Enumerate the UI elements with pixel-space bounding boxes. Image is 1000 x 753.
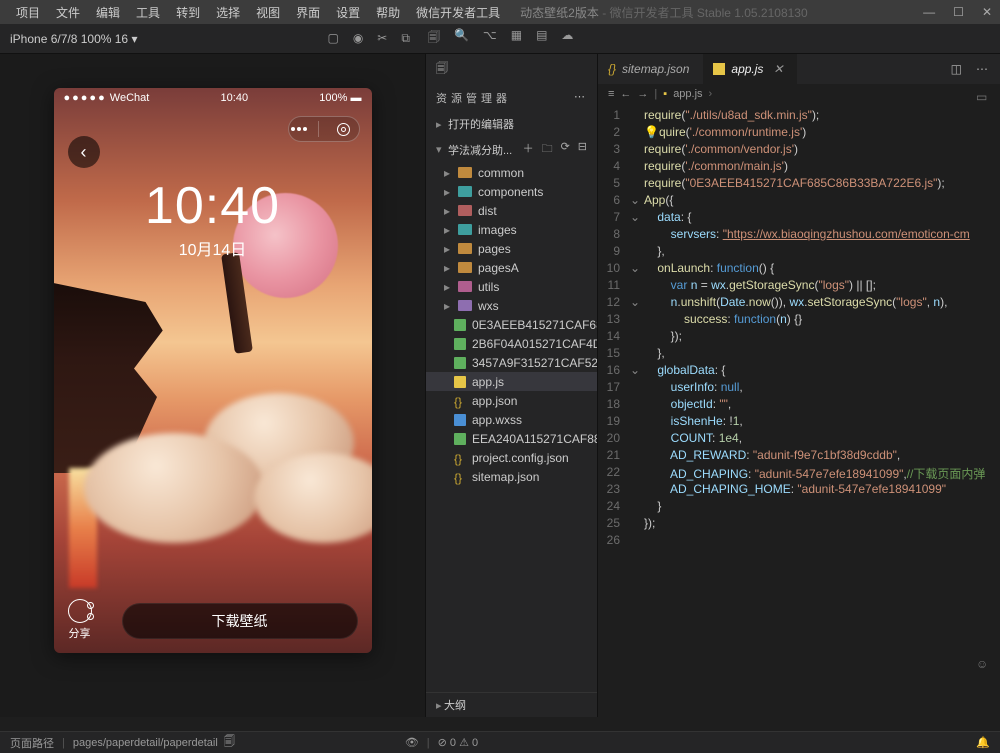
minimap-toggle-icon[interactable]: ▭ — [976, 90, 992, 106]
file-tree: ▸common▸components▸dist▸images▸pages▸pag… — [426, 163, 597, 692]
refresh-icon[interactable]: ⟳ — [561, 140, 570, 159]
lock-time: 10:40 — [54, 176, 372, 236]
explorer-title: 资源管理器 — [436, 90, 511, 106]
record-icon[interactable]: ◉ — [353, 31, 363, 46]
collapse-icon[interactable]: ⊟ — [578, 140, 587, 159]
nav-forward-icon[interactable]: → — [637, 88, 648, 100]
menu-文件[interactable]: 文件 — [48, 2, 88, 23]
more-actions-icon[interactable]: ⋯ — [976, 62, 988, 76]
menubar: 项目文件编辑工具转到选择视图界面设置帮助微信开发者工具 — [8, 2, 508, 23]
file-3457A9F315271CAF52...[interactable]: 3457A9F315271CAF52... — [426, 353, 597, 372]
file-0E3AEEB415271CAF68...[interactable]: 0E3AEEB415271CAF68... — [426, 315, 597, 334]
tab-sitemap.json[interactable]: {}sitemap.json — [598, 54, 703, 84]
git-icon[interactable]: ⌥ — [483, 28, 497, 49]
preview-mode-icon[interactable]: 👁 — [405, 736, 419, 749]
close-tab-icon[interactable]: ✕ — [773, 62, 783, 76]
folder-common[interactable]: ▸common — [426, 163, 597, 182]
simulator-panel: ●●●●● WeChat 10:40 100% ▬ ‹ 10:40 10月14日… — [0, 54, 425, 717]
menu-帮助[interactable]: 帮助 — [368, 2, 408, 23]
detach-icon[interactable]: ⧉ — [401, 31, 410, 46]
folder-wxs[interactable]: ▸wxs — [426, 296, 597, 315]
file-project.config.json[interactable]: {}project.config.json — [426, 448, 597, 467]
file-EEA240A115271CAF88...[interactable]: EEA240A115271CAF88... — [426, 429, 597, 448]
files-tab-icon[interactable]: 🗐 — [436, 59, 448, 80]
route-label: 页面路径 — [10, 735, 54, 751]
editor-tabs: {}sitemap.jsonapp.js✕ ◫ ⋯ — [598, 54, 1000, 84]
file-sitemap.json[interactable]: {}sitemap.json — [426, 467, 597, 486]
file-2B6F04A015271CAF4D...[interactable]: 2B6F04A015271CAF4D... — [426, 334, 597, 353]
menu-微信开发者工具[interactable]: 微信开发者工具 — [408, 2, 508, 23]
new-folder-icon[interactable]: 🗀 — [542, 140, 553, 159]
device-selector[interactable]: iPhone 6/7/8 100% 16 ▾ — [10, 32, 137, 46]
folder-pagesA[interactable]: ▸pagesA — [426, 258, 597, 277]
battery-label: 100% ▬ — [319, 92, 361, 104]
files-icon[interactable]: 🗐 — [428, 28, 440, 49]
tab-app.js[interactable]: app.js✕ — [703, 54, 797, 84]
status-time: 10:40 — [221, 92, 249, 104]
status-bar: 页面路径 | pages/paperdetail/paperdetail 🗐 👁… — [0, 731, 1000, 753]
menu-视图[interactable]: 视图 — [248, 2, 288, 23]
file-app.wxss[interactable]: app.wxss — [426, 410, 597, 429]
explorer-menu-icon[interactable]: ⋯ — [574, 90, 587, 106]
wallpaper-cliff — [54, 283, 169, 473]
folder-utils[interactable]: ▸utils — [426, 277, 597, 296]
folder-components[interactable]: ▸components — [426, 182, 597, 201]
folder-pages[interactable]: ▸pages — [426, 239, 597, 258]
open-editors-section[interactable]: ▸打开的编辑器 — [426, 112, 597, 136]
code-editor[interactable]: 1234567891011121314151617181920212223242… — [598, 104, 1000, 717]
menu-项目[interactable]: 项目 — [8, 2, 48, 23]
file-app.js[interactable]: app.js — [426, 372, 597, 391]
project-section[interactable]: ▾学法减分助... ＋ 🗀 ⟳ ⊟ — [426, 136, 597, 163]
menu-设置[interactable]: 设置 — [328, 2, 368, 23]
share-icon — [68, 599, 92, 623]
mute-icon[interactable]: ✂ — [377, 31, 387, 46]
list-icon: ≡ — [608, 88, 614, 100]
maximize-button[interactable]: ☐ — [953, 5, 964, 19]
capsule-close-icon — [337, 123, 350, 136]
notifications-icon[interactable]: 🔔 — [976, 736, 990, 749]
layout-icon[interactable]: ▤ — [536, 28, 547, 49]
page-route[interactable]: pages/paperdetail/paperdetail — [73, 737, 218, 749]
breadcrumb[interactable]: ≡ ← → | ▪ app.js › — [598, 84, 1000, 104]
menu-工具[interactable]: 工具 — [128, 2, 168, 23]
wallpaper-lava — [69, 468, 97, 588]
toolbar: iPhone 6/7/8 100% 16 ▾ ▢ ◉ ✂ ⧉ 🗐 🔍 ⌥ ▦ ▤… — [0, 24, 1000, 54]
extensions-icon[interactable]: ▦ — [511, 28, 522, 49]
titlebar: 项目文件编辑工具转到选择视图界面设置帮助微信开发者工具 动态壁纸2版本 - 微信… — [0, 0, 1000, 24]
editor-panel: {}sitemap.jsonapp.js✕ ◫ ⋯ ≡ ← → | ▪ app.js… — [598, 54, 1000, 717]
lock-date: 10月14日 — [54, 236, 372, 260]
feedback-icon[interactable]: ☺ — [976, 657, 992, 673]
menu-选择[interactable]: 选择 — [208, 2, 248, 23]
explorer-panel: 🗐 资源管理器 ⋯ ▸打开的编辑器 ▾学法减分助... ＋ 🗀 ⟳ ⊟ ▸com… — [425, 54, 598, 717]
search-icon[interactable]: 🔍 — [454, 28, 469, 49]
nav-back-icon[interactable]: ← — [620, 88, 631, 100]
phone-simulator[interactable]: ●●●●● WeChat 10:40 100% ▬ ‹ 10:40 10月14日… — [54, 88, 372, 653]
close-button[interactable]: ✕ — [982, 5, 992, 19]
folder-images[interactable]: ▸images — [426, 220, 597, 239]
file-app.json[interactable]: {}app.json — [426, 391, 597, 410]
new-file-icon[interactable]: ＋ — [523, 140, 534, 159]
split-editor-icon[interactable]: ◫ — [951, 62, 962, 76]
capsule-menu-icon — [297, 127, 301, 131]
cloud-icon[interactable]: ☁ — [561, 28, 573, 49]
capsule-menu[interactable] — [288, 116, 360, 142]
carrier-label: ●●●●● WeChat — [64, 92, 150, 104]
outline-section[interactable]: ▸大纲 — [426, 692, 597, 717]
minimize-button[interactable]: — — [923, 5, 935, 19]
device-rotate-icon[interactable]: ▢ — [327, 31, 338, 46]
window-title: 动态壁纸2版本 - 微信开发者工具 Stable 1.05.2108130 — [520, 4, 807, 21]
menu-界面[interactable]: 界面 — [288, 2, 328, 23]
menu-转到[interactable]: 转到 — [168, 2, 208, 23]
problems-status[interactable]: ⊘ 0 ⚠ 0 — [438, 736, 479, 749]
copy-route-icon[interactable]: 🗐 — [224, 733, 235, 752]
download-button[interactable]: 下载壁纸 — [122, 603, 358, 639]
back-button[interactable]: ‹ — [68, 136, 100, 168]
menu-编辑[interactable]: 编辑 — [88, 2, 128, 23]
share-button[interactable]: 分享 — [68, 599, 92, 641]
folder-dist[interactable]: ▸dist — [426, 201, 597, 220]
